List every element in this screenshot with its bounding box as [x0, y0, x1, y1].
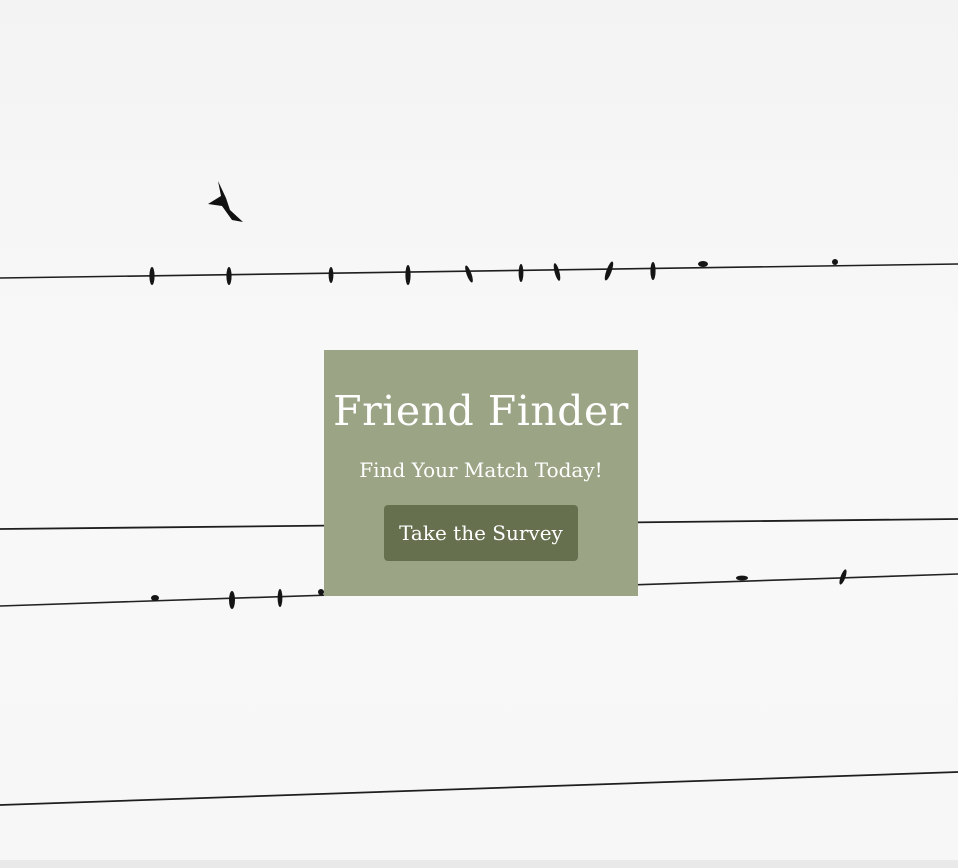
bird-icon: [604, 261, 614, 281]
perched-birds-top: [149, 259, 838, 285]
bird-icon: [465, 265, 473, 283]
flying-bird-icon: [208, 181, 243, 222]
bird-icon: [650, 262, 656, 280]
page-title: Friend Finder: [333, 387, 629, 435]
page-bottom-edge: [0, 860, 958, 868]
bird-icon: [405, 265, 411, 285]
power-line-bottom: [0, 771, 958, 806]
bird-icon: [553, 263, 561, 281]
bird-icon: [698, 261, 708, 267]
bird-icon: [229, 591, 235, 609]
take-survey-button[interactable]: Take the Survey: [384, 505, 578, 561]
bird-icon: [151, 595, 159, 601]
bird-icon: [149, 267, 155, 285]
hero-card: Friend Finder Find Your Match Today! Tak…: [324, 350, 638, 596]
power-line-top: [0, 263, 958, 279]
bird-icon: [736, 575, 748, 581]
bird-icon: [328, 267, 334, 283]
bird-icon: [518, 264, 524, 282]
bird-icon: [226, 267, 232, 285]
page: Friend Finder Find Your Match Today! Tak…: [0, 0, 958, 868]
bird-icon: [832, 259, 838, 265]
tagline: Find Your Match Today!: [359, 458, 603, 482]
bird-icon: [277, 589, 283, 607]
